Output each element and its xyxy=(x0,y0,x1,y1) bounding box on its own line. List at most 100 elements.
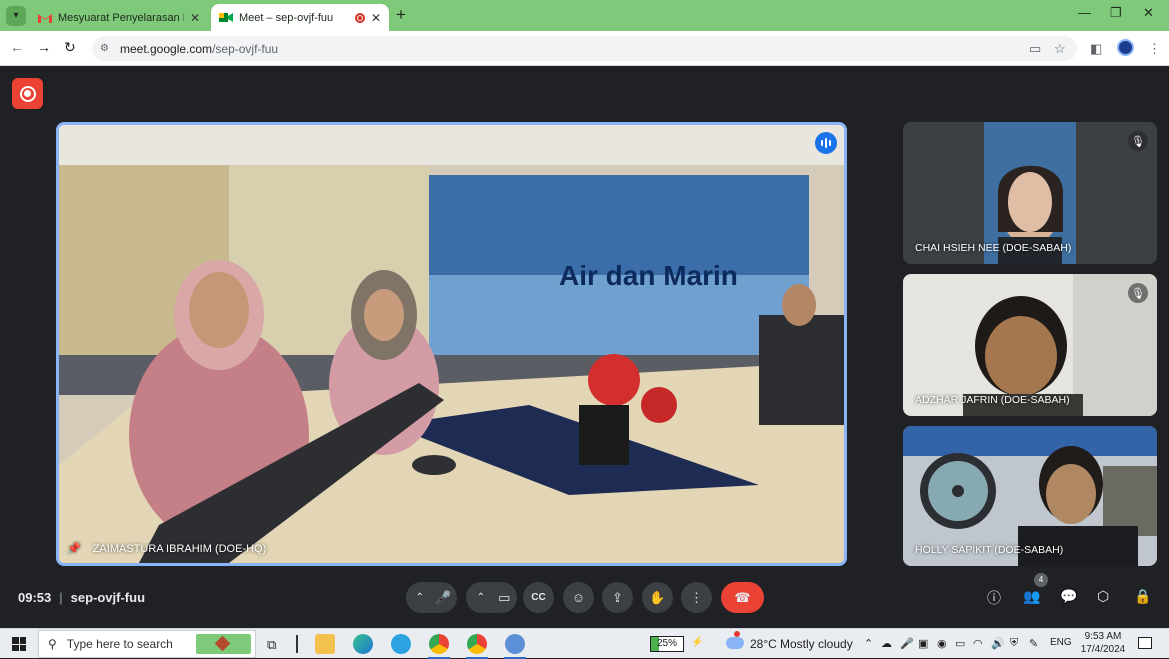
file-explorer-icon[interactable] xyxy=(315,634,335,654)
tab-meet[interactable]: Meet – sep-ovjf-fuu ✕ xyxy=(211,4,389,31)
people-icon[interactable]: 👥 xyxy=(1023,588,1040,605)
conference-room-video: Air dan Marin xyxy=(59,125,844,563)
audio-options-chevron-icon[interactable]: ⌃ xyxy=(416,592,424,603)
tab-title: Meet – sep-ovjf-fuu xyxy=(239,11,334,24)
back-icon[interactable]: ← xyxy=(10,39,24,55)
present-screen-button[interactable]: ⇪ xyxy=(602,582,633,613)
browser-tab-strip: ▾ Mesyuarat Penyelarasan Permo ✕ Meet – … xyxy=(0,0,1169,31)
telegram-icon[interactable] xyxy=(391,634,411,654)
tab-title: Mesyuarat Penyelarasan Permo xyxy=(58,11,184,24)
windows-taskbar: ⚲ Type here to search ⧉ 25% ⚡ 28°C Mostl… xyxy=(0,628,1169,659)
wifi-icon[interactable]: ◠ xyxy=(973,637,983,650)
microphone-tray-icon[interactable]: 🎤 xyxy=(900,637,914,650)
recording-button[interactable] xyxy=(12,78,43,109)
url-host: meet.google.com xyxy=(120,42,213,56)
task-view-icon[interactable]: ⧉ xyxy=(267,637,276,653)
participant-tile[interactable]: 🎙 ADZHAR JAFRIN (DOE-SABAH) xyxy=(903,274,1157,416)
new-tab-button[interactable]: + xyxy=(396,6,406,24)
search-placeholder: Type here to search xyxy=(66,637,173,651)
participant-name: HOLLY SAPIKIT (DOE-SABAH) xyxy=(915,544,1064,556)
minimize-icon[interactable]: — xyxy=(1078,5,1091,20)
emoji-reaction-button[interactable]: ☺ xyxy=(563,582,594,613)
hand-icon: ✋ xyxy=(649,589,666,605)
cloud-icon[interactable]: ☁ xyxy=(881,637,892,650)
mic-off-icon: 🎙 xyxy=(1128,131,1148,151)
volume-icon[interactable]: 🔊 xyxy=(991,637,1005,650)
more-options-button[interactable]: ⋮ xyxy=(681,582,712,613)
shield-icon[interactable]: ⛨ xyxy=(1010,637,1018,650)
chrome-profile-icon[interactable] xyxy=(466,634,488,659)
camera-control[interactable]: ⌃ ▭ xyxy=(466,582,517,613)
activities-icon[interactable]: ⬡ xyxy=(1097,588,1109,605)
edge-icon[interactable] xyxy=(353,634,373,654)
close-tab-icon[interactable]: ✕ xyxy=(371,11,381,25)
site-info-icon[interactable]: ⚙ xyxy=(100,42,113,55)
search-highlight-icon xyxy=(196,634,251,654)
tab-search-chevron-icon[interactable]: ▾ xyxy=(6,6,26,26)
chat-icon[interactable]: 💬 xyxy=(1060,588,1077,605)
participant-name: CHAI HSIEH NEE (DOE-SABAH) xyxy=(915,242,1072,254)
participant-name: ADZHAR JAFRIN (DOE-SABAH) xyxy=(915,394,1070,406)
participant-tile[interactable]: 🎙 CHAI HSIEH NEE (DOE-SABAH) xyxy=(903,122,1157,264)
side-panel-icon[interactable]: ◧ xyxy=(1090,41,1102,57)
pin-icon[interactable]: 📌 xyxy=(67,542,81,555)
leave-call-button[interactable]: ☎ xyxy=(721,582,764,613)
battery-indicator[interactable]: 25% xyxy=(650,636,684,652)
present-icon: ⇪ xyxy=(612,589,623,605)
chrome-menu-icon[interactable]: ⋮ xyxy=(1148,41,1161,57)
close-window-icon[interactable]: ✕ xyxy=(1143,5,1154,21)
battery-plug-icon: ⚡ xyxy=(691,637,704,648)
reload-icon[interactable]: ↻ xyxy=(64,39,76,56)
chrome-icon[interactable] xyxy=(428,634,450,659)
weather-icon[interactable] xyxy=(726,631,744,649)
weather-text[interactable]: Mostly cloudy xyxy=(780,637,853,651)
captions-icon: CC xyxy=(531,592,546,603)
mic-off-icon: 🎙 xyxy=(1128,283,1148,303)
browser-toolbar: ← → ↻ ⚙ meet.google.com/sep-ovjf-fuu ▭ ☆… xyxy=(0,31,1169,66)
close-tab-icon[interactable]: ✕ xyxy=(190,11,200,25)
host-controls-icon[interactable]: 🔒 xyxy=(1134,588,1151,605)
notification-center-icon[interactable] xyxy=(1138,637,1152,649)
taskbar-divider xyxy=(296,635,298,653)
raise-hand-button[interactable]: ✋ xyxy=(642,582,673,613)
windows-start-icon[interactable] xyxy=(12,637,26,651)
pen-icon[interactable]: ✎ xyxy=(1029,637,1038,650)
url-path: /sep-ovjf-fuu xyxy=(212,42,279,56)
participant-tile[interactable]: HOLLY SAPIKIT (DOE-SABAH) xyxy=(903,426,1157,566)
microphone-icon: 🎤 xyxy=(435,589,452,605)
participant-name: ZAIMASTURA IBRAHIM (DOE-HQ) xyxy=(92,542,267,555)
url-text: meet.google.com/sep-ovjf-fuu xyxy=(120,42,278,56)
taskbar-clock[interactable]: 9:53 AM 17/4/2024 xyxy=(1075,630,1131,656)
taskbar-search-box[interactable]: ⚲ Type here to search xyxy=(38,630,256,658)
clock-time: 9:53 AM xyxy=(1084,631,1122,642)
display-icon[interactable]: ▣ xyxy=(918,637,928,650)
camera-tray-icon[interactable]: ◉ xyxy=(937,637,947,650)
meet-control-bar: 09:53 | sep-ovjf-fuu ⌃ 🎤 ⌃ ▭ CC ☺ ⇪ ✋ ⋮ ☎ … xyxy=(0,573,1169,628)
svg-text:Air dan Marin: Air dan Marin xyxy=(559,260,738,291)
battery-tray-icon[interactable]: ▭ xyxy=(955,637,965,650)
video-options-chevron-icon[interactable]: ⌃ xyxy=(477,592,485,603)
address-bar[interactable]: ⚙ meet.google.com/sep-ovjf-fuu ▭ ☆ xyxy=(92,36,1077,61)
more-vert-icon: ⋮ xyxy=(690,589,703,605)
hang-up-icon: ☎ xyxy=(734,589,751,605)
active-speaker-icon xyxy=(815,132,837,154)
meeting-time: 09:53 xyxy=(18,590,52,605)
meeting-info-icon[interactable]: ⓘ xyxy=(987,588,1001,608)
main-video-tile[interactable]: Air dan Marin 📌 ZAIMASTURA IBRAHIM (DOE-… xyxy=(56,122,847,566)
meeting-details: 09:53 | sep-ovjf-fuu xyxy=(18,590,146,605)
temperature[interactable]: 28°C xyxy=(750,637,777,651)
bookmark-star-icon[interactable]: ☆ xyxy=(1054,41,1066,57)
profile-avatar[interactable] xyxy=(1117,39,1134,56)
captions-button[interactable]: CC xyxy=(523,582,554,613)
tray-overflow-icon[interactable]: ⌃ xyxy=(864,637,873,650)
camera-in-use-icon[interactable]: ▭ xyxy=(1029,41,1041,57)
language-indicator[interactable]: ENG xyxy=(1050,637,1072,648)
microphone-control[interactable]: ⌃ 🎤 xyxy=(406,582,457,613)
app-icon[interactable] xyxy=(504,634,526,659)
clock-date: 17/4/2024 xyxy=(1080,644,1126,655)
record-icon xyxy=(19,85,36,102)
forward-icon[interactable]: → xyxy=(37,39,51,55)
gmail-icon xyxy=(38,14,52,23)
restore-icon[interactable]: ❐ xyxy=(1110,5,1122,21)
tab-gmail[interactable]: Mesyuarat Penyelarasan Permo ✕ xyxy=(30,4,208,31)
